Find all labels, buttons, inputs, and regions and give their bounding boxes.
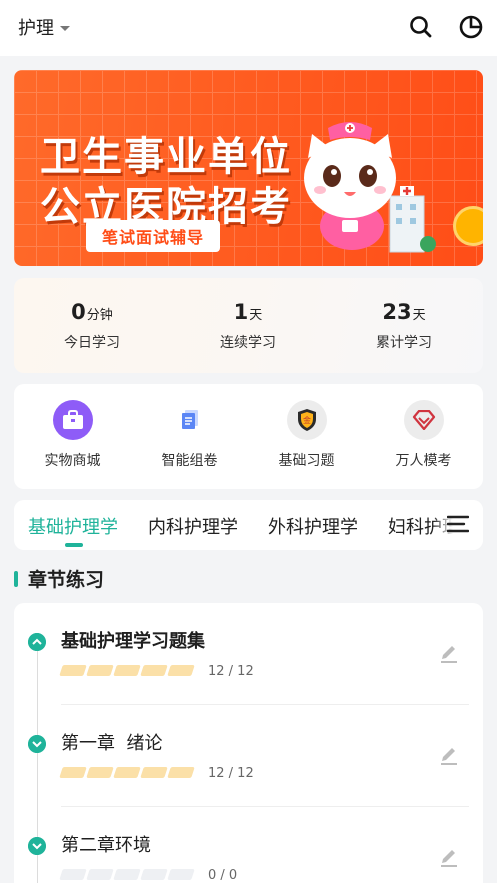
stat-streak-unit: 天 xyxy=(249,308,263,323)
stat-today: 0分钟 今日学习 xyxy=(14,300,170,352)
chapter-item[interactable]: 第二章环境 0 / 0 xyxy=(14,807,483,883)
chapter-item[interactable]: 第一章 绪论 12 / 12 xyxy=(14,705,483,807)
paper-stack-icon xyxy=(169,400,210,440)
progress-segment xyxy=(113,869,141,880)
progress-segment xyxy=(140,869,168,880)
top-bar: 护理 xyxy=(0,0,497,56)
tab-internal-nursing[interactable]: 内科护理学 xyxy=(148,513,238,539)
promo-banner[interactable]: 卫生事业单位 公立医院招考 笔试面试辅导 xyxy=(14,70,483,266)
stat-total-unit: 天 xyxy=(412,308,426,323)
chapter-count: 0 / 0 xyxy=(208,868,238,883)
chapter-progress xyxy=(59,869,195,880)
tab-basic-nursing[interactable]: 基础护理学 xyxy=(28,513,118,539)
chevron-down-icon[interactable] xyxy=(28,837,46,855)
caret-down-icon xyxy=(60,25,70,31)
quick-action-auto-paper[interactable]: 智能组卷 xyxy=(131,400,248,470)
progress-segment xyxy=(140,665,168,676)
progress-segment xyxy=(167,665,195,676)
shop-bag-icon xyxy=(52,400,93,440)
progress-segment xyxy=(86,767,114,778)
menu-icon[interactable] xyxy=(447,514,469,534)
stat-streak-label: 连续学习 xyxy=(220,335,276,351)
subject-selector[interactable]: 护理 xyxy=(18,14,70,40)
gold-shield-icon: 金 xyxy=(286,400,327,440)
section-header: 章节练习 xyxy=(14,565,104,592)
statistics-pie-icon[interactable] xyxy=(458,14,484,40)
subject-tabs: 基础护理学 内科护理学 外科护理学 妇科护理学 xyxy=(14,500,483,550)
edit-pencil-icon[interactable] xyxy=(439,641,459,663)
chapter-list: 基础护理学习题集 12 / 12 第一章 绪论 12 / 12 第二章环境 0 … xyxy=(14,603,483,883)
chapter-progress xyxy=(59,665,195,676)
nurse-cat-mascot-icon xyxy=(304,122,436,253)
progress-segment xyxy=(86,665,114,676)
quick-action-basic-exercise[interactable]: 金 基础习题 xyxy=(248,400,365,470)
subject-label: 护理 xyxy=(18,18,54,39)
edit-pencil-icon[interactable] xyxy=(439,845,459,867)
section-title: 章节练习 xyxy=(28,569,105,591)
stat-total-value: 23 xyxy=(382,300,412,324)
chapter-title: 第二章环境 xyxy=(61,835,151,856)
chevron-down-icon[interactable] xyxy=(28,735,46,753)
progress-segment xyxy=(167,767,195,778)
chapter-progress xyxy=(59,767,195,778)
chapter-count: 12 / 12 xyxy=(208,766,254,781)
quick-action-mock-exam[interactable]: 万人模考 xyxy=(365,400,482,470)
progress-segment xyxy=(59,869,87,880)
progress-segment xyxy=(113,767,141,778)
chevron-up-icon[interactable] xyxy=(28,633,46,651)
tab-surgical-nursing[interactable]: 外科护理学 xyxy=(268,513,358,539)
progress-segment xyxy=(140,767,168,778)
stat-today-value: 0 xyxy=(71,300,86,324)
study-stats-card: 0分钟 今日学习 1天 连续学习 23天 累计学习 xyxy=(14,278,483,373)
progress-segment xyxy=(59,665,87,676)
chapter-title: 第一章 绪论 xyxy=(61,733,163,754)
quick-action-basic-exercise-label: 基础习题 xyxy=(278,453,335,469)
quick-action-shop[interactable]: 实物商城 xyxy=(14,400,131,470)
stat-total-label: 累计学习 xyxy=(376,335,432,351)
svg-text:金: 金 xyxy=(303,415,311,425)
quick-actions-card: 实物商城 智能组卷 金 基础习题 万人模考 xyxy=(14,384,483,489)
banner-tag: 笔试面试辅导 xyxy=(86,220,221,252)
chapter-item[interactable]: 基础护理学习题集 12 / 12 xyxy=(14,603,483,705)
edit-pencil-icon[interactable] xyxy=(439,743,459,765)
progress-segment xyxy=(86,869,114,880)
quick-action-mock-exam-label: 万人模考 xyxy=(395,453,452,469)
chapter-count: 12 / 12 xyxy=(208,664,254,679)
progress-segment xyxy=(113,665,141,676)
stat-today-label: 今日学习 xyxy=(64,335,120,351)
quick-action-shop-label: 实物商城 xyxy=(44,453,101,469)
tab-active-indicator xyxy=(65,543,83,547)
stat-today-unit: 分钟 xyxy=(86,308,113,323)
search-icon[interactable] xyxy=(408,14,434,40)
section-accent-bar xyxy=(14,570,18,587)
progress-segment xyxy=(59,767,87,778)
chapter-title: 基础护理学习题集 xyxy=(61,631,205,652)
progress-segment xyxy=(167,869,195,880)
quick-action-auto-paper-label: 智能组卷 xyxy=(161,453,218,469)
diamond-icon xyxy=(403,400,444,440)
stat-streak-value: 1 xyxy=(233,300,249,324)
stat-total: 23天 累计学习 xyxy=(326,300,482,352)
stat-streak: 1天 连续学习 xyxy=(170,300,326,352)
